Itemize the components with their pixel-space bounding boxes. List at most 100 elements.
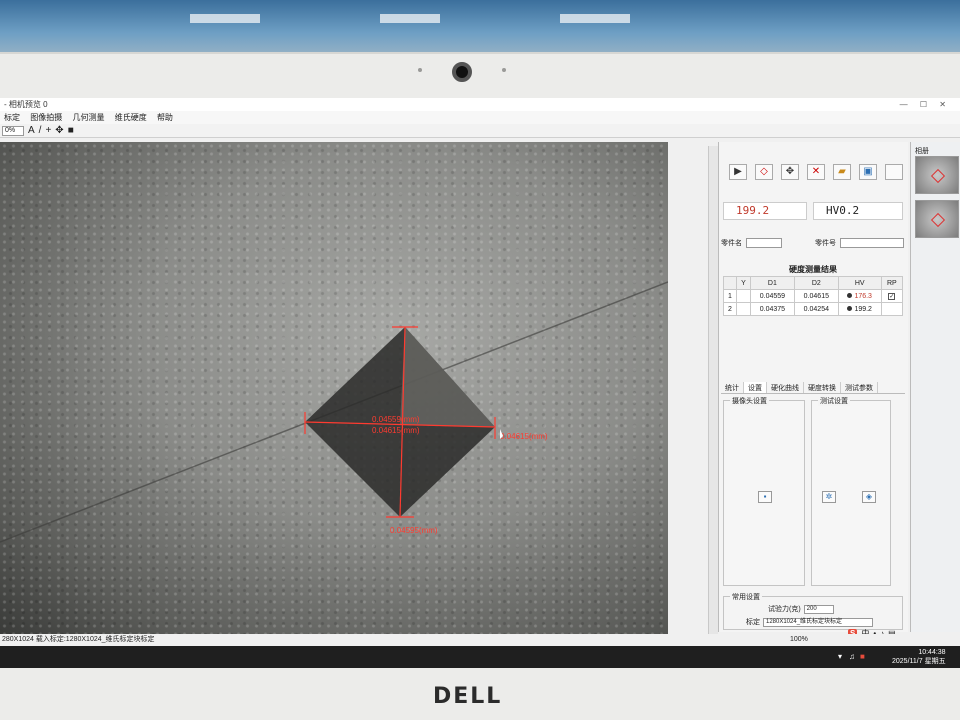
tab-test-parameters[interactable]: 测试参数 [841, 382, 878, 393]
video-icon[interactable]: ▶ [729, 164, 747, 180]
part-name-select[interactable] [746, 238, 782, 248]
row-rp[interactable] [880, 302, 904, 316]
window-controls: — ☐ ✕ [890, 98, 946, 111]
test-settings-title: 测试设置 [818, 396, 850, 406]
row-hv-value: 176.3 [854, 292, 872, 300]
open-folder-icon[interactable]: ▰ [833, 164, 851, 180]
thumbnail-image[interactable] [915, 200, 959, 238]
webcam-icon [452, 62, 472, 82]
table-header [723, 276, 737, 290]
antivirus-icon[interactable]: ■ [860, 652, 868, 661]
d2-value-label: 0.04615(mm) [372, 426, 420, 435]
tab-hardness-conversion[interactable]: 硬度转换 [804, 382, 841, 393]
clock[interactable]: 10:44:38 2025/11/7 星期五 [892, 648, 946, 666]
move-arrows-icon[interactable]: ✥ [781, 164, 799, 180]
sensor-dot [418, 68, 422, 72]
thumbnail-image[interactable] [915, 156, 959, 194]
indentation-face-light [400, 327, 495, 427]
force-select[interactable]: 200 [803, 604, 834, 614]
table-header: D2 [793, 276, 839, 290]
table-header: RP [880, 276, 904, 290]
part-name-row: 零件名 [721, 238, 782, 248]
office-window-background [0, 0, 960, 60]
table-row[interactable]: 2 0.04375 0.04254 199.2 [723, 302, 904, 316]
row-d2: 0.04615 [793, 289, 839, 303]
menu-geometry-measure[interactable]: 几何测量 [72, 113, 104, 122]
menu-help[interactable]: 帮助 [157, 113, 173, 122]
crosshair-icon[interactable]: + [45, 124, 51, 138]
status-dot-icon [847, 293, 853, 299]
camera-settings-icon[interactable]: ▪ [758, 491, 772, 503]
indent-mark [930, 212, 946, 228]
common-settings-title: 常用设置 [730, 592, 762, 602]
hardness-value-display: 199.2 [723, 202, 807, 220]
toolbar: 0% A / + ✥ ■ [0, 124, 960, 138]
status-text: 280X1024 载入标定:1280X1024_维氏标定块标定 [2, 636, 155, 643]
system-tray: ▾ ♫ ■ [838, 652, 868, 661]
window-frame-bar [560, 14, 630, 23]
indentation-overlay: 0.04559(mm) 0.04615(mm) 0.04615(mm) 0.04… [0, 281, 668, 543]
row-y [735, 289, 751, 303]
row-index: 1 [723, 289, 737, 303]
menu-bar: 标定 图像拍摄 几何测量 维氏硬度 帮助 [0, 111, 960, 124]
menu-image-capture[interactable]: 图像拍摄 [30, 113, 62, 122]
common-settings-group: 常用设置 试验力(克) 200 标定 1280X1024_维氏标定块标定 [723, 592, 903, 630]
line-tool-icon[interactable]: / [39, 124, 42, 138]
menu-calibration[interactable]: 标定 [4, 113, 20, 122]
camera-settings-title: 摄像头设置 [730, 396, 769, 406]
tab-hardening-curve[interactable]: 硬化曲线 [767, 382, 804, 393]
dell-logo: DELL [433, 684, 503, 709]
tab-settings[interactable]: 设置 [744, 382, 767, 393]
d2-end-label: 0.04595(mm) [390, 526, 438, 535]
part-number-label: 零件号 [815, 240, 836, 247]
tab-strip: 统计 设置 硬化曲线 硬度转换 测试参数 [721, 382, 905, 394]
taskbar: ▾ ♫ ■ 10:44:38 2025/11/7 星期五 [0, 646, 960, 668]
calibration-select[interactable]: 1280X1024_维氏标定块标定 [763, 617, 873, 627]
row-hv-value: 199.2 [854, 305, 872, 313]
test-settings-icon[interactable]: ✲ [822, 491, 836, 503]
maximize-icon[interactable]: ☐ [920, 100, 927, 109]
vertical-scrollbar[interactable] [708, 146, 718, 634]
target-icon[interactable]: ◈ [862, 491, 876, 503]
calibration-row: 标定 1280X1024_维氏标定块标定 [746, 617, 873, 627]
row-index: 2 [723, 302, 737, 316]
close-icon[interactable]: ✕ [939, 100, 946, 109]
camera-settings-group: 摄像头设置 ▪ [723, 396, 805, 586]
row-rp[interactable]: ✓ [880, 289, 904, 303]
window-frame-bar [190, 14, 260, 23]
diamond-measure-icon[interactable]: ◇ [755, 164, 773, 180]
blank-button[interactable] [885, 164, 903, 180]
save-icon[interactable]: ▣ [859, 164, 877, 180]
sensor-dot [502, 68, 506, 72]
delete-icon[interactable]: ✕ [807, 164, 825, 180]
table-row[interactable]: 1 0.04559 0.04615 176.3 ✓ [723, 289, 904, 303]
volume-icon[interactable]: ♫ [849, 652, 857, 661]
table-header: Y [735, 276, 751, 290]
window-frame-bar [380, 14, 440, 23]
rp-checkbox[interactable]: ✓ [888, 292, 896, 300]
clock-date: 2025/11/7 星期五 [892, 658, 946, 665]
d1-end-label: 0.04615(mm) [500, 432, 548, 441]
row-hv: 199.2 [837, 302, 882, 316]
row-d2: 0.04254 [793, 302, 839, 316]
indent-mark [930, 168, 946, 184]
table-header: HV [837, 276, 882, 290]
status-bar: 280X1024 载入标定:1280X1024_维氏标定块标定 100% [0, 634, 960, 646]
window-title: - 相机预览 0 [4, 100, 48, 109]
text-a-icon[interactable]: A [28, 124, 35, 138]
camera-icon[interactable]: ■ [68, 124, 74, 138]
test-settings-group: 测试设置 ✲ ◈ [811, 396, 891, 586]
force-row: 试验力(克) 200 [768, 604, 834, 614]
d1-value-label: 0.04559(mm) [372, 415, 420, 424]
network-icon[interactable]: ▾ [838, 652, 846, 661]
move-icon[interactable]: ✥ [55, 124, 63, 138]
thumbnail-panel: 相册 [910, 142, 960, 632]
microscope-view[interactable]: 0.04559(mm) 0.04615(mm) 0.04615(mm) 0.04… [0, 142, 668, 634]
part-number-input[interactable] [840, 238, 904, 248]
force-label: 试验力(克) [768, 606, 801, 613]
tab-statistics[interactable]: 统计 [721, 382, 744, 393]
minimize-icon[interactable]: — [900, 100, 908, 109]
menu-vickers-hardness[interactable]: 维氏硬度 [115, 113, 147, 122]
table-header: D1 [749, 276, 795, 290]
zoom-select[interactable]: 0% [2, 125, 24, 136]
